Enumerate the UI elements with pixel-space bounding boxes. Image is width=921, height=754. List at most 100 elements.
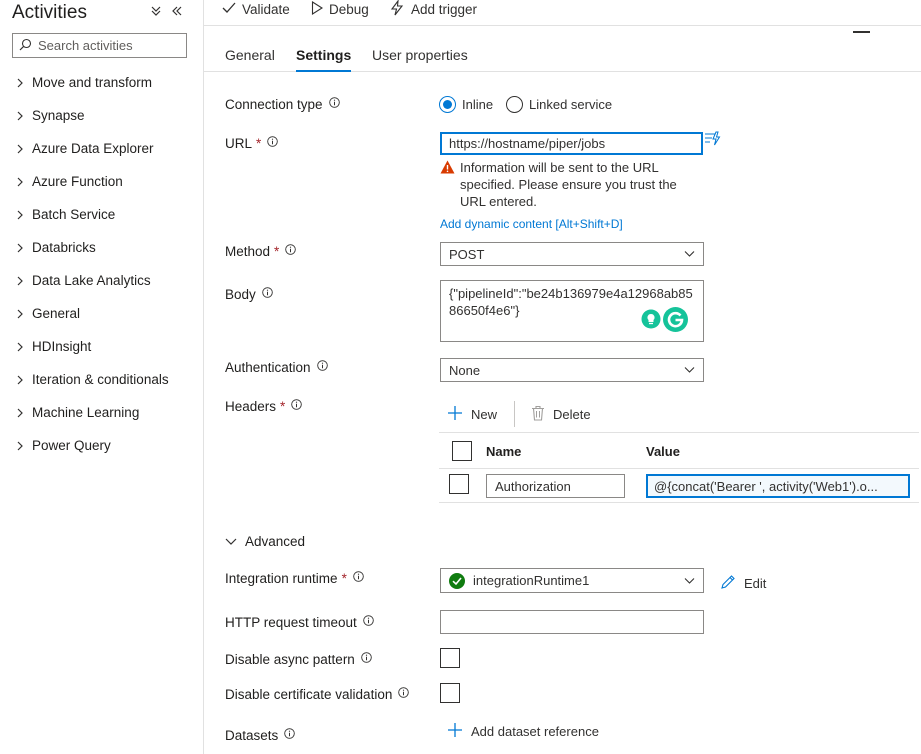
chevron-right-icon xyxy=(16,341,28,353)
url-warning-text: Information will be sent to the URL spec… xyxy=(460,160,677,209)
sidebar-item-power-query[interactable]: Power Query xyxy=(0,429,203,462)
sidebar-item-move-and-transform[interactable]: Move and transform xyxy=(0,66,203,99)
select-all-checkbox[interactable] xyxy=(452,441,472,461)
authentication-select[interactable]: None xyxy=(440,358,704,382)
http-timeout-input[interactable] xyxy=(440,610,704,634)
chevron-right-icon xyxy=(16,275,28,287)
collapse-all-icon[interactable] xyxy=(150,4,162,20)
lightning-icon xyxy=(389,0,405,19)
url-label-text: URL xyxy=(225,136,253,151)
new-header-button[interactable]: New xyxy=(447,405,497,424)
column-header-value: Value xyxy=(646,444,680,459)
add-dynamic-content-link[interactable]: Add dynamic content [Alt+Shift+D] xyxy=(440,217,623,231)
info-icon[interactable] xyxy=(363,615,374,626)
datasets-label-text: Datasets xyxy=(225,728,279,743)
authentication-label: Authentication xyxy=(225,360,328,375)
sidebar-item-label: Azure Function xyxy=(32,174,123,189)
info-icon[interactable] xyxy=(267,136,279,147)
chevron-right-icon xyxy=(16,143,28,155)
datasets-label: Datasets xyxy=(225,728,296,743)
radio-linked-service[interactable]: Linked service xyxy=(506,96,612,113)
disable-cert-label-text: Disable certificate validation xyxy=(225,687,393,702)
sidebar-item-azure-data-explorer[interactable]: Azure Data Explorer xyxy=(0,132,203,165)
chevron-right-icon xyxy=(16,407,28,419)
activity-category-list: Move and transform Synapse Azure Data Ex… xyxy=(0,66,203,462)
sidebar-item-synapse[interactable]: Synapse xyxy=(0,99,203,132)
chevron-right-icon xyxy=(16,176,28,188)
url-value: https://hostname/piper/jobs xyxy=(449,136,606,151)
url-input[interactable]: https://hostname/piper/jobs xyxy=(440,132,703,155)
activity-tabs: General Settings User properties xyxy=(204,34,921,72)
collapse-pane-icon[interactable] xyxy=(171,4,183,20)
info-icon[interactable] xyxy=(398,687,410,698)
sidebar-item-label: Power Query xyxy=(32,438,111,453)
chevron-right-icon xyxy=(16,440,28,452)
sidebar-title: Activities xyxy=(12,2,87,23)
sidebar-item-databricks[interactable]: Databricks xyxy=(0,231,203,264)
sidebar-item-azure-function[interactable]: Azure Function xyxy=(0,165,203,198)
method-select[interactable]: POST xyxy=(440,242,704,266)
info-icon[interactable] xyxy=(328,97,340,108)
sidebar-item-hdinsight[interactable]: HDInsight xyxy=(0,330,203,363)
sidebar-item-batch-service[interactable]: Batch Service xyxy=(0,198,203,231)
add-trigger-button[interactable]: Add trigger xyxy=(389,0,477,18)
integration-runtime-select[interactable]: integrationRuntime1 xyxy=(440,568,704,593)
search-activities-box[interactable] xyxy=(12,33,187,58)
disable-async-checkbox[interactable] xyxy=(440,648,460,668)
sidebar-item-general[interactable]: General xyxy=(0,297,203,330)
sidebar-item-label: Databricks xyxy=(32,240,96,255)
delete-header-button[interactable]: Delete xyxy=(531,405,591,424)
info-icon[interactable] xyxy=(284,728,296,739)
add-trigger-label: Add trigger xyxy=(411,1,478,17)
add-dataset-reference-button[interactable]: Add dataset reference xyxy=(447,722,599,741)
chevron-right-icon xyxy=(16,209,28,221)
integration-runtime-label-text: Integration runtime xyxy=(225,571,338,586)
header-name-input[interactable]: Authorization xyxy=(486,474,625,498)
header-name-value: Authorization xyxy=(495,478,571,494)
disable-cert-checkbox[interactable] xyxy=(440,683,460,703)
debug-button[interactable]: Debug xyxy=(311,0,369,18)
search-activities-input[interactable] xyxy=(38,38,178,53)
sidebar-item-label: Move and transform xyxy=(32,75,153,90)
http-timeout-label-text: HTTP request timeout xyxy=(225,615,357,630)
sidebar-item-label: Iteration & conditionals xyxy=(32,372,169,387)
required-marker: * xyxy=(341,571,347,586)
info-icon[interactable] xyxy=(353,571,364,582)
grammarly-icon[interactable] xyxy=(662,306,689,336)
sidebar-item-machine-learning[interactable]: Machine Learning xyxy=(0,396,203,429)
dynamic-content-icon[interactable] xyxy=(704,130,721,150)
sidebar-item-data-lake-analytics[interactable]: Data Lake Analytics xyxy=(0,264,203,297)
tab-settings[interactable]: Settings xyxy=(296,47,352,72)
url-warning: Information will be sent to the URL spec… xyxy=(440,159,710,210)
pencil-icon xyxy=(720,574,736,593)
header-value-input[interactable]: @{concat('Bearer ', activity('Web1').o..… xyxy=(646,474,910,498)
minimize-pane-icon[interactable] xyxy=(853,31,870,33)
info-icon[interactable] xyxy=(291,399,303,410)
connection-type-label: Connection type xyxy=(225,97,340,112)
plus-icon xyxy=(447,722,463,741)
method-label: Method * xyxy=(225,244,297,259)
chevron-right-icon xyxy=(16,110,28,122)
info-icon[interactable] xyxy=(361,652,372,663)
body-label-text: Body xyxy=(225,287,256,302)
sidebar-item-label: Synapse xyxy=(32,108,85,123)
edit-runtime-button[interactable]: Edit xyxy=(720,574,766,593)
advanced-section-toggle[interactable]: Advanced xyxy=(225,534,305,549)
connection-type-text: Connection type xyxy=(225,97,323,112)
info-icon[interactable] xyxy=(316,360,328,371)
radio-inline[interactable]: Inline xyxy=(439,96,493,113)
info-icon[interactable] xyxy=(262,287,273,298)
tab-user-properties[interactable]: User properties xyxy=(372,47,468,69)
sidebar-item-iteration-conditionals[interactable]: Iteration & conditionals xyxy=(0,363,203,396)
sidebar-item-label: General xyxy=(32,306,81,321)
radio-selected-indicator xyxy=(439,96,456,113)
disable-cert-label: Disable certificate validation xyxy=(225,687,410,702)
activities-sidebar: Activities Move and transform Synapse Az… xyxy=(0,0,204,754)
plus-icon xyxy=(447,405,463,424)
sidebar-item-label: HDInsight xyxy=(32,339,92,354)
info-icon[interactable] xyxy=(285,244,297,255)
validate-button[interactable]: Validate xyxy=(222,0,290,18)
row-checkbox[interactable] xyxy=(449,474,469,494)
new-header-label: New xyxy=(471,407,498,422)
tab-general[interactable]: General xyxy=(225,47,275,69)
